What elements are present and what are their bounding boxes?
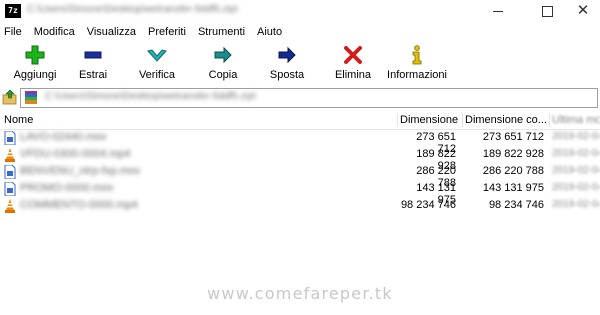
file-packed-size: 273 651 712 [482, 131, 544, 143]
file-packed-size: 98 234 746 [488, 199, 544, 211]
extract-label: Estrai [78, 69, 108, 81]
video-file-icon [4, 131, 16, 145]
copy-button[interactable]: Copia [188, 44, 258, 84]
file-row[interactable]: BENVENU_ntrp-fxp.mov 286 220 788 286 220… [0, 164, 600, 189]
vlc-cone-icon [5, 148, 15, 162]
maximize-button[interactable] [527, 0, 567, 22]
watermark-text: www.comefareper.tk [207, 284, 393, 303]
file-row[interactable]: LAVO-02440.mov 273 651 712 273 651 712 2… [0, 130, 600, 155]
menu-bar: File Modifica Visualizza Preferiti Strum… [0, 23, 288, 41]
folder-up-icon[interactable] [2, 89, 18, 105]
minimize-icon [493, 10, 503, 12]
copy-arrow-icon [214, 46, 232, 64]
menu-edit[interactable]: Modifica [28, 23, 81, 41]
column-modified-header[interactable]: Ultima mo... [552, 111, 600, 129]
info-icon [412, 45, 422, 65]
column-size-header[interactable]: Dimensione [400, 111, 460, 129]
move-label: Sposta [269, 69, 305, 81]
close-button[interactable]: ✕ [563, 0, 600, 22]
minimize-button[interactable] [478, 0, 518, 22]
file-modified: 2019-02-04 [552, 131, 600, 142]
file-modified: 2019-02-04 [552, 148, 600, 159]
extract-button[interactable]: Estrai [58, 44, 128, 84]
plus-icon [25, 45, 45, 65]
check-chevron-icon [147, 49, 167, 62]
window-title: C:\Users\Simone\Desktop\wetransfer-5ddf5… [27, 4, 239, 15]
vlc-cone-icon [5, 199, 15, 213]
file-modified: 2019-02-04 [552, 199, 600, 210]
file-row[interactable]: COMMENTO-0000.mp4 98 234 746 98 234 746 … [0, 198, 600, 215]
file-size: 98 234 746 [400, 199, 456, 211]
maximize-icon [541, 5, 553, 17]
file-name: PROMO-0000.mov [20, 182, 114, 194]
path-input[interactable]: C:\Users\Simone\Desktop\wetransfer-5ddf5… [20, 88, 598, 108]
file-packed-size: 286 220 788 [482, 165, 544, 177]
move-button[interactable]: Sposta [252, 44, 322, 84]
menu-tools[interactable]: Strumenti [192, 23, 251, 41]
delete-button[interactable]: Elimina [318, 44, 388, 84]
file-modified: 2019-02-04 [552, 182, 600, 193]
close-icon: ✕ [576, 2, 590, 19]
menu-file[interactable]: File [0, 23, 28, 41]
column-name-header[interactable]: Nome [4, 111, 124, 129]
file-row[interactable]: VFDU-0300-0004.mp4 189 822 928 189 822 9… [0, 147, 600, 172]
column-divider[interactable] [397, 113, 398, 127]
video-file-icon [4, 165, 16, 179]
column-divider[interactable] [462, 113, 463, 127]
info-label: Informazioni [387, 69, 447, 81]
archive-icon [25, 91, 37, 104]
delete-label: Elimina [334, 69, 372, 81]
menu-help[interactable]: Aiuto [251, 23, 288, 41]
minus-icon [84, 51, 102, 59]
menu-favorites[interactable]: Preferiti [142, 23, 192, 41]
title-bar: 7z C:\Users\Simone\Desktop\wetransfer-5d… [0, 0, 600, 22]
test-button[interactable]: Verifica [122, 44, 192, 84]
menu-view[interactable]: Visualizza [81, 23, 142, 41]
file-name: COMMENTO-0000.mp4 [20, 199, 138, 211]
test-label: Verifica [138, 69, 176, 81]
file-name: LAVO-02440.mov [20, 131, 107, 143]
address-bar: C:\Users\Simone\Desktop\wetransfer-5ddf5… [0, 88, 600, 108]
toolbar: Aggiungi Estrai Verifica Copia Sposta El… [0, 44, 600, 86]
file-row[interactable]: PROMO-0000.mov 143 131 975 143 131 975 2… [0, 181, 600, 206]
column-divider[interactable] [549, 113, 550, 127]
file-packed-size: 143 131 975 [482, 182, 544, 194]
7zip-logo-icon: 7z [5, 4, 21, 18]
copy-label: Copia [208, 69, 238, 81]
file-modified: 2019-02-04 [552, 165, 600, 176]
video-file-icon [4, 182, 16, 196]
delete-x-icon [344, 46, 362, 64]
path-text: C:\Users\Simone\Desktop\wetransfer-5ddf5… [45, 91, 257, 102]
move-arrow-icon [278, 46, 296, 64]
file-list-header: Nome Dimensione Dimensione co... Ultima … [0, 111, 600, 130]
info-button[interactable]: Informazioni [382, 44, 452, 84]
column-packed-header[interactable]: Dimensione co... [465, 111, 547, 129]
file-name: VFDU-0300-0004.mp4 [20, 148, 131, 160]
file-packed-size: 189 822 928 [482, 148, 544, 160]
file-name: BENVENU_ntrp-fxp.mov [20, 165, 140, 177]
